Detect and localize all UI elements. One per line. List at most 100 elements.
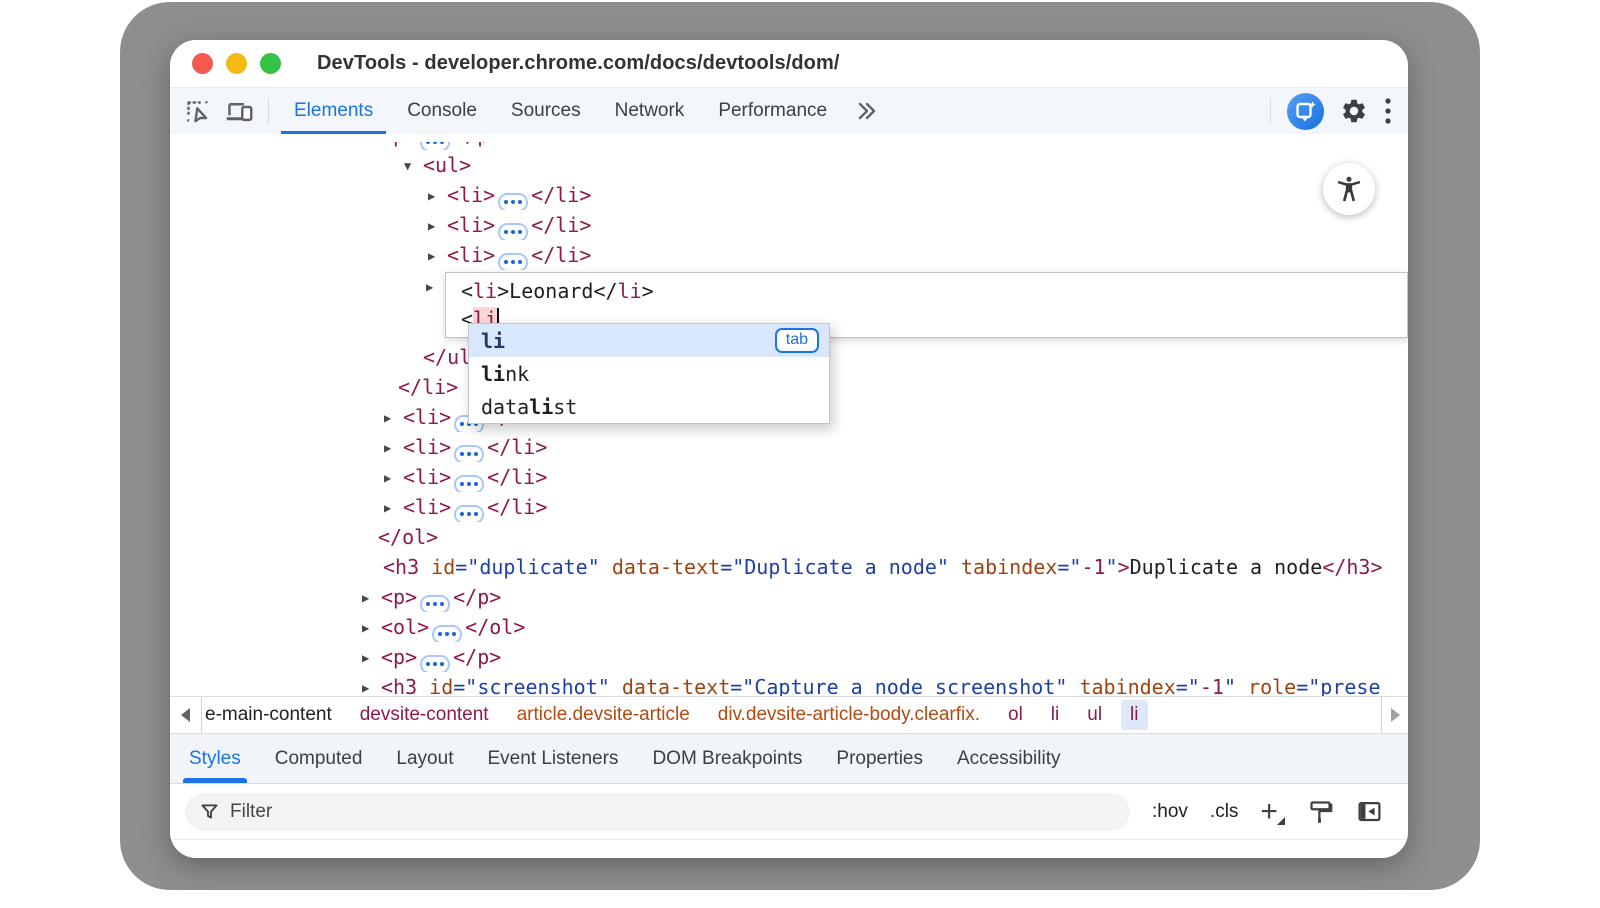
text-token	[417, 675, 429, 696]
dom-tree-row[interactable]: ▶<li></li>	[170, 492, 1408, 522]
filter-input[interactable]	[230, 801, 1116, 823]
class-toggle[interactable]: .cls	[1210, 801, 1239, 823]
tab-elements[interactable]: Elements	[277, 88, 390, 134]
tab-accessibility[interactable]: Accessibility	[940, 734, 1077, 783]
expand-children-ellipsis-button[interactable]	[454, 445, 484, 463]
autocomplete-item[interactable]: datalist	[469, 390, 829, 423]
device-toolbar-icon[interactable]	[225, 98, 254, 125]
expand-arrow-icon[interactable]: ▶	[362, 643, 381, 672]
tab-styles[interactable]: Styles	[172, 734, 258, 783]
tab-console[interactable]: Console	[390, 88, 494, 134]
new-style-rule-button[interactable]: +	[1260, 801, 1285, 823]
more-tabs-button[interactable]	[844, 100, 888, 122]
expand-children-ellipsis-button[interactable]	[498, 253, 528, 271]
tab-properties[interactable]: Properties	[819, 734, 940, 783]
toolbar-divider	[268, 98, 269, 124]
dom-tree-row[interactable]: ▼<ul>	[170, 150, 1408, 180]
expand-children-ellipsis-button[interactable]	[420, 595, 450, 613]
expand-children-ellipsis-button[interactable]	[454, 475, 484, 493]
tag-token: <p>	[381, 142, 417, 147]
breadcrumb-item[interactable]: ol	[1008, 704, 1023, 726]
expand-arrow-icon[interactable]: ▶	[428, 241, 447, 270]
dom-tree-row[interactable]: ▶<li></li>	[170, 210, 1408, 240]
tag-token: <li>	[403, 495, 451, 519]
expand-arrow-icon[interactable]: ▶	[428, 181, 447, 210]
dom-tree-row[interactable]: ▶<h3 id="screenshot" data-text="Capture …	[170, 672, 1408, 696]
tag-token: >	[1118, 555, 1130, 579]
collapse-arrow-icon[interactable]: ▼	[404, 151, 423, 180]
expand-arrow-icon[interactable]: ▶	[384, 493, 403, 522]
minimize-window-button[interactable]	[226, 53, 247, 74]
attribute-name-token: tabindex	[1079, 675, 1175, 696]
breadcrumb-item[interactable]: devsite-content	[360, 704, 489, 726]
zoom-window-button[interactable]	[260, 53, 281, 74]
dom-tree-row[interactable]: ▶<p></p>	[170, 642, 1408, 672]
autocomplete-item[interactable]: litab	[469, 324, 829, 357]
breadcrumb-item[interactable]: li	[1121, 700, 1147, 730]
expand-children-ellipsis-button[interactable]	[498, 193, 528, 211]
settings-gear-icon[interactable]	[1340, 97, 1368, 125]
inspect-element-icon[interactable]	[184, 98, 211, 125]
breadcrumb-scroll-left-button[interactable]	[170, 697, 202, 733]
expand-arrow-icon[interactable]: ▶	[362, 613, 381, 642]
breadcrumb: e-main-content devsite-content article.dev…	[202, 700, 1381, 730]
tag-token: <li>	[403, 405, 451, 429]
expand-children-ellipsis-button[interactable]	[420, 142, 450, 150]
autocomplete-item[interactable]: link	[469, 357, 829, 390]
dom-tree-row[interactable]: </ol>	[170, 522, 1408, 552]
close-window-button[interactable]	[192, 53, 213, 74]
expand-arrow-icon[interactable]: ▶	[362, 142, 381, 150]
dom-tree-row[interactable]: <h3 id="duplicate" data-text="Duplicate …	[170, 552, 1408, 582]
text-token	[949, 555, 961, 579]
tab-layout[interactable]: Layout	[379, 734, 470, 783]
tab-computed[interactable]: Computed	[258, 734, 380, 783]
tab-performance[interactable]: Performance	[701, 88, 844, 134]
dock-sidebar-icon[interactable]	[1356, 798, 1383, 825]
tag-token: <li>	[447, 243, 495, 267]
expand-arrow-icon[interactable]: ▶	[428, 211, 447, 240]
breadcrumb-scroll-right-button[interactable]	[1381, 697, 1408, 733]
tab-network[interactable]: Network	[598, 88, 702, 134]
attribute-name-token: id	[431, 555, 455, 579]
breadcrumb-item[interactable]: div.devsite-article-body.clearfix.	[718, 704, 980, 726]
attribute-name-token: tabindex	[961, 555, 1057, 579]
expand-arrow-icon[interactable]: ▶	[362, 583, 381, 612]
dom-tree-row[interactable]: ▶<li></li>	[170, 180, 1408, 210]
expand-arrow-icon[interactable]: ▶	[384, 433, 403, 462]
kebab-menu-icon[interactable]	[1384, 96, 1392, 126]
expand-children-ellipsis-button[interactable]	[432, 625, 462, 643]
expand-children-ellipsis-button[interactable]	[498, 223, 528, 241]
expand-arrow-icon[interactable]: ▶	[384, 403, 403, 432]
breadcrumb-item[interactable]: e-main-content	[205, 704, 332, 726]
dom-tree-row[interactable]: ▶<li></li>	[170, 432, 1408, 462]
dom-tree-row[interactable]: ▶<li></li>	[170, 462, 1408, 492]
tag-token: </p>	[453, 142, 501, 147]
expand-arrow-icon[interactable]: ▶	[426, 280, 445, 294]
styles-pane-tabs: StylesComputedLayoutEvent ListenersDOM B…	[170, 734, 1408, 784]
attribute-value-token: ="	[1057, 555, 1081, 579]
tab-dom-breakpoints[interactable]: DOM Breakpoints	[635, 734, 819, 783]
expand-children-ellipsis-button[interactable]	[420, 655, 450, 673]
styles-filter-field[interactable]	[185, 793, 1130, 831]
window-title: DevTools - developer.chrome.com/docs/dev…	[317, 52, 840, 75]
tab-event-listeners[interactable]: Event Listeners	[470, 734, 635, 783]
breadcrumb-item[interactable]: li	[1051, 704, 1059, 726]
paint-brush-icon[interactable]	[1307, 798, 1334, 825]
expand-children-ellipsis-button[interactable]	[454, 505, 484, 523]
suggestion-match: li	[529, 395, 553, 419]
accessibility-helper-button[interactable]	[1323, 163, 1375, 215]
expand-arrow-icon[interactable]: ▶	[362, 673, 381, 696]
expand-arrow-icon[interactable]: ▶	[384, 463, 403, 492]
dom-tree-row[interactable]: ▶<li></li>	[170, 240, 1408, 270]
dom-tree-row[interactable]: ▶<p></p>	[170, 582, 1408, 612]
suggestion-suffix: nk	[505, 362, 529, 386]
breadcrumb-item[interactable]: article.devsite-article	[517, 704, 690, 726]
ai-assistance-icon[interactable]	[1287, 93, 1324, 130]
breadcrumb-item[interactable]: ul	[1087, 704, 1102, 726]
pseudo-state-toggle[interactable]: :hov	[1152, 801, 1188, 823]
dom-tree-row[interactable]: ▶<p> </p>	[170, 142, 1408, 150]
tag-token: </li>	[398, 375, 458, 399]
dom-breadcrumb-bar: e-main-content devsite-content article.dev…	[170, 696, 1408, 734]
dom-tree-row[interactable]: ▶<ol></ol>	[170, 612, 1408, 642]
tab-sources[interactable]: Sources	[494, 88, 598, 134]
